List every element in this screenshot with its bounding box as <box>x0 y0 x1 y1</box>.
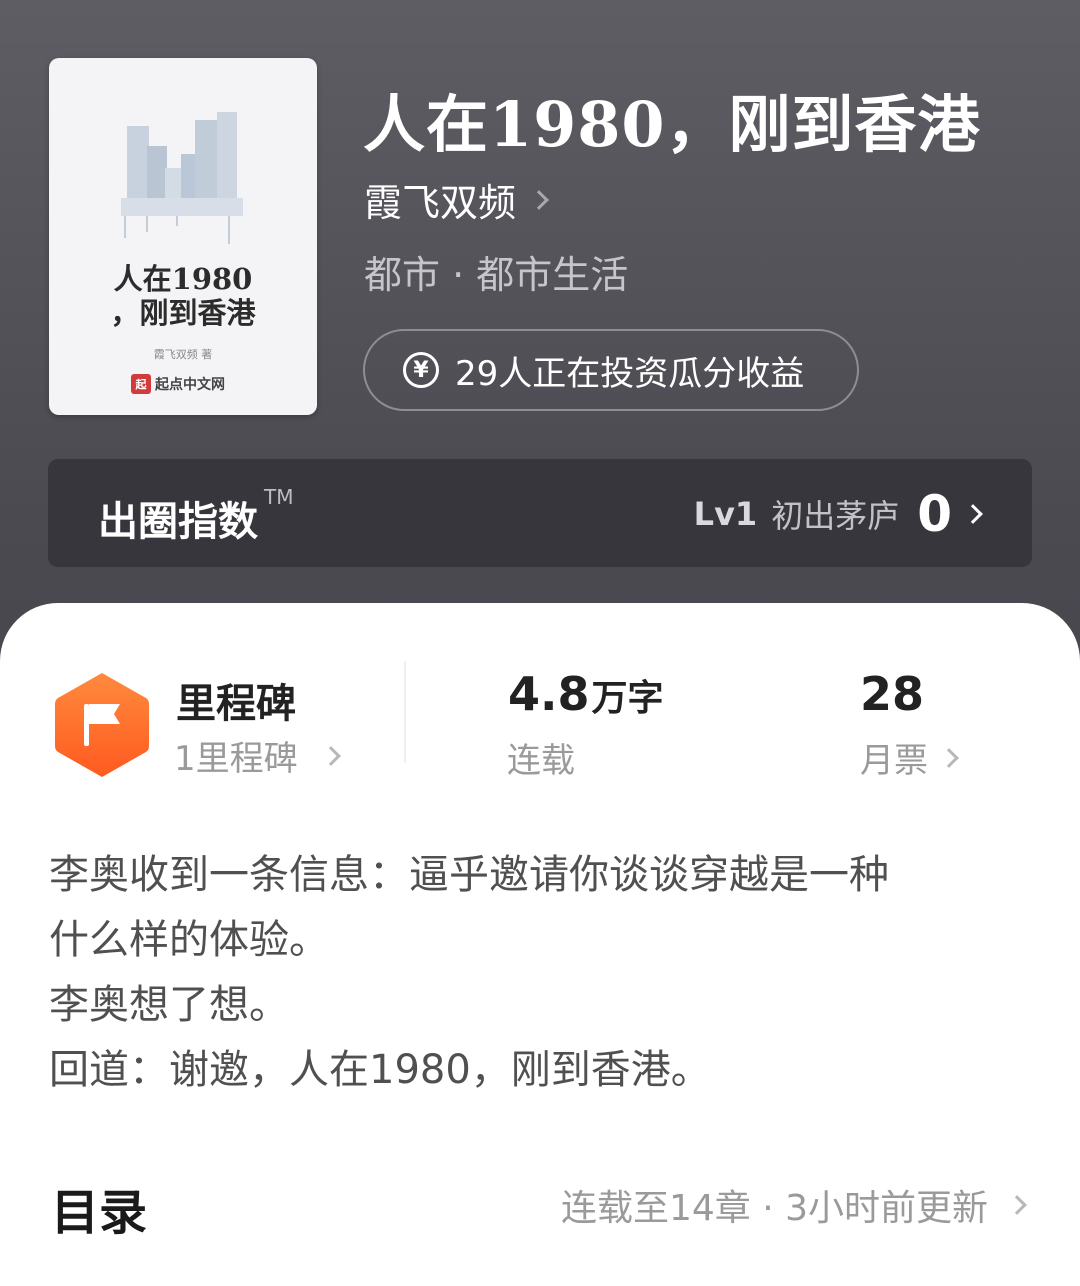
milestone-title[interactable]: 里程碑 <box>176 671 296 729</box>
synopsis-line: 回道：谢邀，人在1980，刚到香港。 <box>49 1047 711 1093</box>
cover-illustration <box>121 112 243 244</box>
book-synopsis[interactable]: 李奥收到一条信息：逼乎邀请你谈谈穿越是一种 什么样的体验。 李奥想了想。 回道：… <box>49 843 1039 1103</box>
monthly-ticket-label[interactable]: 月票 <box>860 733 959 782</box>
milestone-count[interactable]: 1里程碑 <box>174 731 341 780</box>
serial-status: 连载 <box>507 741 575 781</box>
stats-divider <box>404 661 406 763</box>
cover-title: 人在1980 ，刚到香港 <box>110 262 256 330</box>
level-name: 初出茅庐 <box>771 497 900 535</box>
chevron-right-icon <box>939 747 959 768</box>
book-header: 人在1980 ，刚到香港 霞飞双频 著 起 起点中文网 人在1980，刚到香港 … <box>0 0 1080 640</box>
chevron-right-icon <box>320 745 341 766</box>
cover-author: 霞飞双频 著 <box>153 348 213 361</box>
author-name: 霞飞双频 <box>364 181 517 225</box>
trademark-mark: TM <box>264 485 294 509</box>
synopsis-line: 李奥收到一条信息：逼乎邀请你谈谈穿越是一种 <box>49 852 889 898</box>
popularity-index-bar[interactable]: 出圈指数TM Lv1 初出茅庐 0 <box>48 459 1032 567</box>
book-category[interactable]: 都市 · 都市生活 <box>364 244 628 299</box>
popularity-index-value: 0 <box>917 485 952 543</box>
chevron-right-icon <box>1007 1195 1027 1215</box>
monthly-ticket-count[interactable]: 28 <box>860 667 924 721</box>
invest-button[interactable]: ¥ 29人正在投资瓜分收益 <box>363 329 859 411</box>
popularity-index-label: 出圈指数TM <box>98 485 294 545</box>
yen-circle-icon: ¥ <box>403 352 439 388</box>
toc-title[interactable]: 目录 <box>51 1173 147 1243</box>
level-code: Lv1 <box>693 495 758 533</box>
book-title: 人在1980，刚到香港 <box>363 88 981 161</box>
chevron-right-icon <box>963 504 983 524</box>
author-link[interactable]: 霞飞双频 <box>364 172 549 227</box>
toc-update-status[interactable]: 连载至14章 · 3小时前更新 <box>561 1179 1027 1231</box>
book-cover[interactable]: 人在1980 ，刚到香港 霞飞双频 著 起 起点中文网 <box>49 58 317 415</box>
flag-icon[interactable] <box>52 670 152 780</box>
chevron-right-icon <box>529 189 549 210</box>
publisher-logo-icon: 起 <box>131 374 151 394</box>
invest-text: 29人正在投资瓜分收益 <box>455 353 805 394</box>
synopsis-line: 什么样的体验。 <box>49 917 329 963</box>
cover-publisher: 起 起点中文网 <box>131 372 225 396</box>
book-detail-sheet: 里程碑 1里程碑 4.8万字 连载 28 月票 李奥收到一条信息：逼乎邀请你谈谈… <box>0 603 1080 1286</box>
synopsis-line: 李奥想了想。 <box>49 982 289 1028</box>
word-count: 4.8万字 <box>508 667 664 721</box>
popularity-index-level: Lv1 初出茅庐 0 <box>693 485 983 543</box>
publisher-name: 起点中文网 <box>155 377 225 393</box>
